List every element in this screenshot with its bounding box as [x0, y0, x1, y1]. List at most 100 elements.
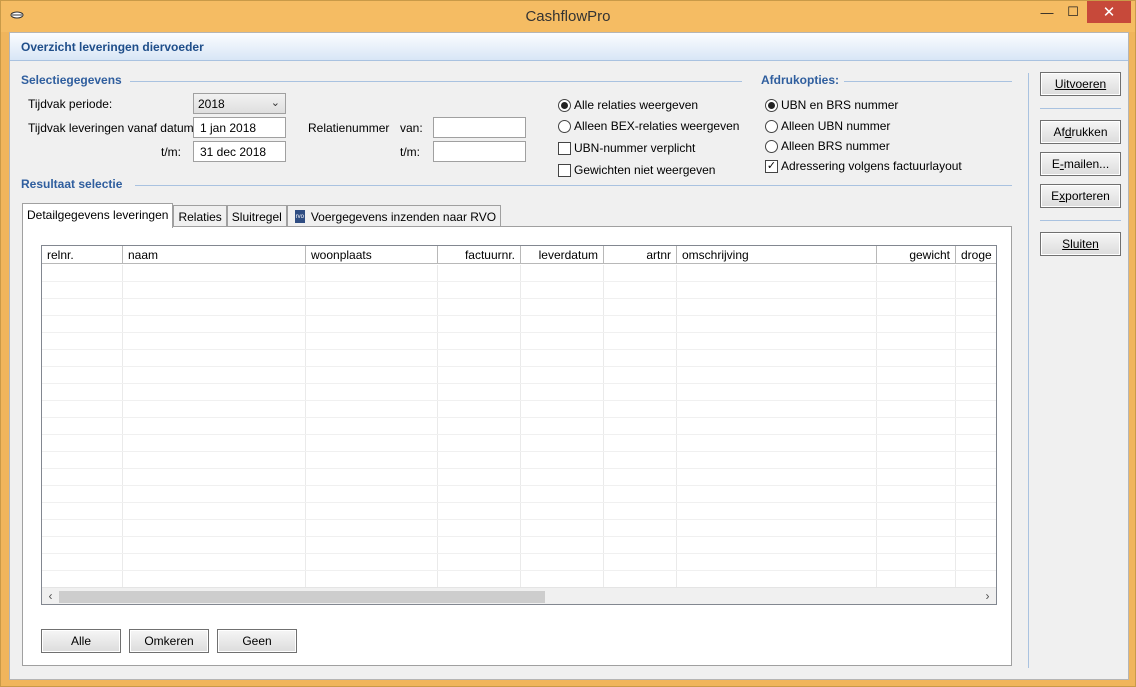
tab-relations[interactable]: Relaties [173, 205, 227, 227]
grid-row-line [42, 553, 996, 554]
column-header-invoice[interactable]: factuurnr. [438, 246, 521, 264]
close-button[interactable]: Sluiten [1040, 232, 1121, 256]
close-window-button[interactable]: ✕ [1087, 1, 1131, 23]
column-header-dry[interactable]: droge [956, 246, 996, 264]
maximize-button[interactable]: ☐ [1060, 1, 1086, 23]
deliveries-grid[interactable]: relnr. naam woonplaats factuurnr. leverd… [41, 245, 997, 605]
email-label-post: mailen... [1063, 157, 1110, 171]
relation-to-label: t/m: [400, 145, 420, 159]
email-label-pre: E [1051, 157, 1060, 171]
grid-column-line [676, 265, 677, 587]
selection-section-title: Selectiegegevens [21, 73, 122, 87]
scrollbar-thumb[interactable] [59, 591, 545, 603]
to-date-label: t/m: [161, 145, 181, 159]
radio-selected-icon [765, 98, 778, 112]
tab-closing-line[interactable]: Sluitregel [226, 205, 287, 227]
grid-row-line [42, 349, 996, 350]
from-date-input[interactable]: 1 jan 2018 [193, 117, 286, 138]
select-none-button[interactable]: Geen [217, 629, 297, 653]
close-label: Sluiten [1062, 237, 1099, 251]
hide-weights-checkbox[interactable]: Gewichten niet weergeven [558, 163, 715, 177]
grid-row-line [42, 451, 996, 452]
radio-unselected-icon [765, 139, 778, 153]
from-date-label: Tijdvak leveringen vanaf datum: [28, 121, 197, 135]
brs-only-radio[interactable]: Alleen BRS nummer [765, 139, 890, 153]
bex-relations-label: Alleen BEX-relaties weergeven [574, 119, 740, 133]
export-label-post: porteren [1065, 189, 1110, 203]
ubn-brs-label: UBN en BRS nummer [781, 98, 899, 112]
execute-label: Uitvoeren [1054, 77, 1107, 91]
column-header-article[interactable]: artnr [604, 246, 677, 264]
print-button[interactable]: Afdrukken [1040, 120, 1121, 144]
tab-label: Detailgegevens leveringen [27, 208, 169, 222]
column-header-description[interactable]: omschrijving [677, 246, 877, 264]
period-select[interactable]: 2018 ⌄ [193, 93, 286, 114]
client-area: Overzicht leveringen diervoeder Selectie… [9, 32, 1129, 680]
radio-unselected-icon [765, 119, 778, 133]
bex-relations-radio[interactable]: Alleen BEX-relaties weergeven [558, 119, 739, 133]
column-header-name[interactable]: naam [123, 246, 306, 264]
delivery-details-panel: relnr. naam woonplaats factuurnr. leverd… [22, 226, 1012, 666]
scroll-right-icon[interactable]: › [979, 589, 996, 604]
relation-from-input[interactable] [433, 117, 526, 138]
grid-row-line [42, 570, 996, 571]
print-label-post: rukken [1071, 125, 1108, 139]
side-divider [1028, 73, 1029, 668]
ubn-brs-radio[interactable]: UBN en BRS nummer [765, 98, 898, 112]
rvo-logo-icon: rvo [294, 210, 305, 223]
ubn-required-checkbox[interactable]: UBN-nummer verplicht [558, 141, 695, 155]
grid-row-line [42, 485, 996, 486]
column-header-relnr[interactable]: relnr. [42, 246, 123, 264]
result-section-title: Resultaat selectie [21, 177, 123, 191]
grid-column-line [876, 265, 877, 587]
tab-rvo-submit[interactable]: rvo Voergegevens inzenden naar RVO [286, 205, 502, 227]
grid-row-line [42, 417, 996, 418]
radio-unselected-icon [558, 119, 571, 133]
checkbox-unchecked-icon [558, 163, 571, 177]
to-date-input[interactable]: 31 dec 2018 [193, 141, 286, 162]
grid-header: relnr. naam woonplaats factuurnr. leverd… [42, 246, 996, 264]
grid-column-line [603, 265, 604, 587]
print-label-pre: Af [1053, 125, 1065, 139]
print-options-title: Afdrukopties: [761, 73, 839, 87]
select-all-button[interactable]: Alle [41, 629, 121, 653]
tab-delivery-details[interactable]: Detailgegevens leveringen [22, 203, 174, 228]
grid-column-line [520, 265, 521, 587]
column-header-city[interactable]: woonplaats [306, 246, 438, 264]
horizontal-scrollbar[interactable]: ‹ › [42, 587, 996, 604]
grid-column-line [955, 265, 956, 587]
scroll-left-icon[interactable]: ‹ [42, 589, 59, 604]
grid-row-line [42, 468, 996, 469]
form-header: Overzicht leveringen diervoeder [10, 33, 1128, 61]
minimize-button[interactable]: — [1034, 1, 1060, 23]
invert-selection-button[interactable]: Omkeren [129, 629, 209, 653]
period-label: Tijdvak periode: [28, 97, 113, 111]
email-button[interactable]: E-mailen... [1040, 152, 1121, 176]
export-label-pre: E [1051, 189, 1060, 203]
column-header-delivery-date[interactable]: leverdatum [521, 246, 604, 264]
brs-only-label: Alleen BRS nummer [781, 139, 890, 153]
period-select-value: 2018 [198, 97, 225, 111]
grid-column-line [122, 265, 123, 587]
column-header-weight[interactable]: gewicht [877, 246, 956, 264]
ubn-only-radio[interactable]: Alleen UBN nummer [765, 119, 890, 133]
grid-body [42, 265, 996, 587]
all-relations-label: Alle relaties weergeven [574, 98, 699, 112]
selection-divider [130, 81, 742, 82]
export-button[interactable]: Exporteren [1040, 184, 1121, 208]
relation-from-label: van: [400, 121, 423, 135]
grid-row-line [42, 366, 996, 367]
invoice-layout-checkbox[interactable]: ✓ Adressering volgens factuurlayout [765, 159, 962, 173]
all-relations-radio[interactable]: Alle relaties weergeven [558, 98, 698, 112]
hide-weights-label: Gewichten niet weergeven [574, 163, 716, 177]
grid-row-line [42, 383, 996, 384]
grid-column-line [437, 265, 438, 587]
execute-button[interactable]: Uitvoeren [1040, 72, 1121, 96]
grid-row-line [42, 281, 996, 282]
relation-number-label: Relatienummer [308, 121, 390, 135]
grid-row-line [42, 315, 996, 316]
grid-row-line [42, 298, 996, 299]
title-bar: CashflowPro — ☐ ✕ [1, 1, 1135, 32]
relation-to-input[interactable] [433, 141, 526, 162]
app-window: CashflowPro — ☐ ✕ Overzicht leveringen d… [0, 0, 1136, 687]
